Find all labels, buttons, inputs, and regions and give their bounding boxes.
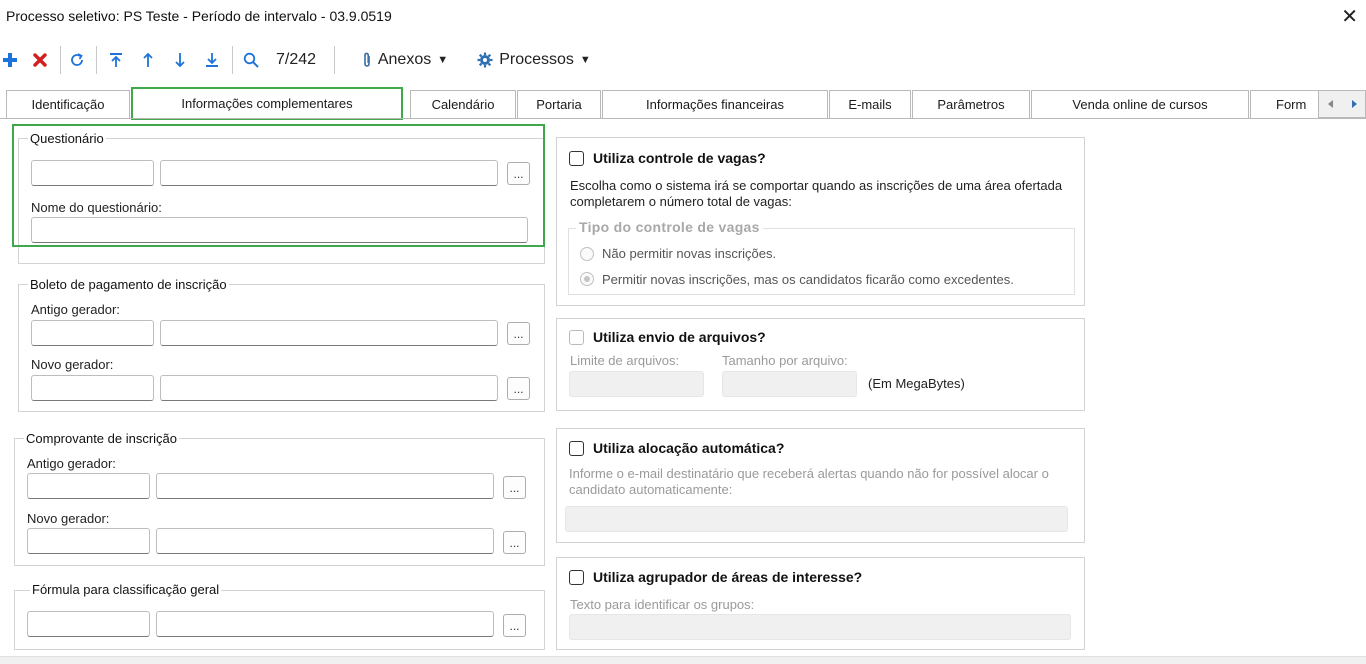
comprovante-legend: Comprovante de inscrição [24,431,180,446]
boleto-new-code-input[interactable] [31,375,154,401]
first-record-icon[interactable] [104,46,128,74]
boleto-new-description-input[interactable] [160,375,498,401]
agrupador-title: Utiliza agrupador de áreas de interesse? [593,569,863,585]
agrupador-text-label: Texto para identificar os grupos: [570,597,755,612]
vagas-type-legend: Tipo do controle de vagas [576,219,763,235]
comprovante-new-code-input[interactable] [27,528,150,554]
attachments-menu[interactable]: Anexos ▼ [346,46,464,74]
alocacao-title: Utiliza alocação automática? [593,440,785,456]
boleto-old-generator-label: Antigo gerador: [31,302,120,317]
comprovante-new-generator-label: Novo gerador: [27,511,110,526]
alocacao-email-input[interactable] [565,506,1068,532]
boleto-new-generator-label: Novo gerador: [31,357,114,372]
formula-description-input[interactable] [156,611,494,637]
scroll-right-icon[interactable] [1349,99,1359,109]
boleto-legend: Boleto de pagamento de inscrição [28,277,229,292]
toolbar-separator [60,46,61,74]
radio-permitir-excedentes-label: Permitir novas inscrições, mas os candid… [602,272,1014,287]
radio-permitir-excedentes [580,272,594,286]
arquivos-size-label: Tamanho por arquivo: [722,353,848,368]
toolbar-separator [334,46,335,74]
tab-scroll-buttons [1318,90,1366,118]
comprovante-new-description-input[interactable] [156,528,494,554]
scroll-left-icon[interactable] [1326,99,1336,109]
bottom-bar [0,656,1366,664]
radio-nao-permitir [580,247,594,261]
formula-legend: Fórmula para classificação geral [30,582,222,597]
last-record-icon[interactable] [200,46,224,74]
agrupador-text-input[interactable] [569,614,1071,640]
tab-informacoes-financeiras[interactable]: Informações financeiras [602,90,828,118]
vagas-title: Utiliza controle de vagas? [593,150,766,166]
comprovante-new-lookup-button[interactable]: ... [503,531,526,554]
tab-portaria[interactable]: Portaria [517,90,601,118]
arquivos-checkbox[interactable] [569,330,584,345]
vagas-description: Escolha como o sistema irá se comportar … [570,178,1063,209]
record-counter: 7/242 [275,51,317,68]
chevron-down-icon: ▼ [437,54,449,66]
comprovante-old-lookup-button[interactable]: ... [503,476,526,499]
tab-identificacao[interactable]: Identificação [6,90,130,118]
arquivos-limit-input[interactable] [569,371,704,397]
chevron-down-icon: ▼ [579,54,591,66]
attachments-label: Anexos [377,51,432,68]
delete-icon[interactable] [28,46,52,74]
comprovante-old-code-input[interactable] [27,473,150,499]
refresh-icon[interactable] [64,46,90,74]
tab-calendario[interactable]: Calendário [410,90,516,118]
arquivos-title: Utiliza envio de arquivos? [593,329,766,345]
boleto-old-description-input[interactable] [160,320,498,346]
tab-strip: Identificação Informações complementares… [0,87,1366,120]
processes-menu[interactable]: Processos ▼ [470,46,598,74]
comprovante-old-generator-label: Antigo gerador: [27,456,116,471]
tab-baseline [0,118,1366,119]
tab-parametros[interactable]: Parâmetros [912,90,1030,118]
title-bar: Processo seletivo: PS Teste - Período de… [0,0,1366,34]
gear-icon [477,52,493,68]
paperclip-icon [364,52,370,67]
window-title: Processo seletivo: PS Teste - Período de… [6,8,392,24]
toolbar: 7/242 Anexos ▼ Processos ▼ [0,44,1366,76]
boleto-old-lookup-button[interactable]: ... [507,322,530,345]
close-icon[interactable]: ✕ [1341,4,1358,29]
tab-formularios[interactable]: Form [1250,90,1320,118]
toolbar-separator [96,46,97,74]
arquivos-size-input[interactable] [722,371,857,397]
formula-lookup-button[interactable]: ... [503,614,526,637]
processes-label: Processos [499,51,574,68]
search-icon[interactable] [238,46,264,74]
previous-record-icon[interactable] [136,46,160,74]
arquivos-unit-label: (Em MegaBytes) [868,376,965,391]
boleto-new-lookup-button[interactable]: ... [507,377,530,400]
next-record-icon[interactable] [168,46,192,74]
formula-code-input[interactable] [27,611,150,637]
toolbar-separator [232,46,233,74]
arquivos-limit-label: Limite de arquivos: [570,353,680,368]
radio-nao-permitir-label: Não permitir novas inscrições. [602,246,777,261]
comprovante-old-description-input[interactable] [156,473,494,499]
alocacao-description: Informe o e-mail destinatário que recebe… [569,466,1049,497]
tab-emails[interactable]: E-mails [829,90,911,118]
tab-informacoes-complementares[interactable]: Informações complementares [131,87,403,120]
alocacao-checkbox[interactable] [569,441,584,456]
boleto-old-code-input[interactable] [31,320,154,346]
agrupador-checkbox[interactable] [569,570,584,585]
vagas-checkbox[interactable] [569,151,584,166]
questionario-highlight [12,124,545,247]
tab-venda-online[interactable]: Venda online de cursos [1031,90,1249,118]
add-icon[interactable] [0,46,20,74]
